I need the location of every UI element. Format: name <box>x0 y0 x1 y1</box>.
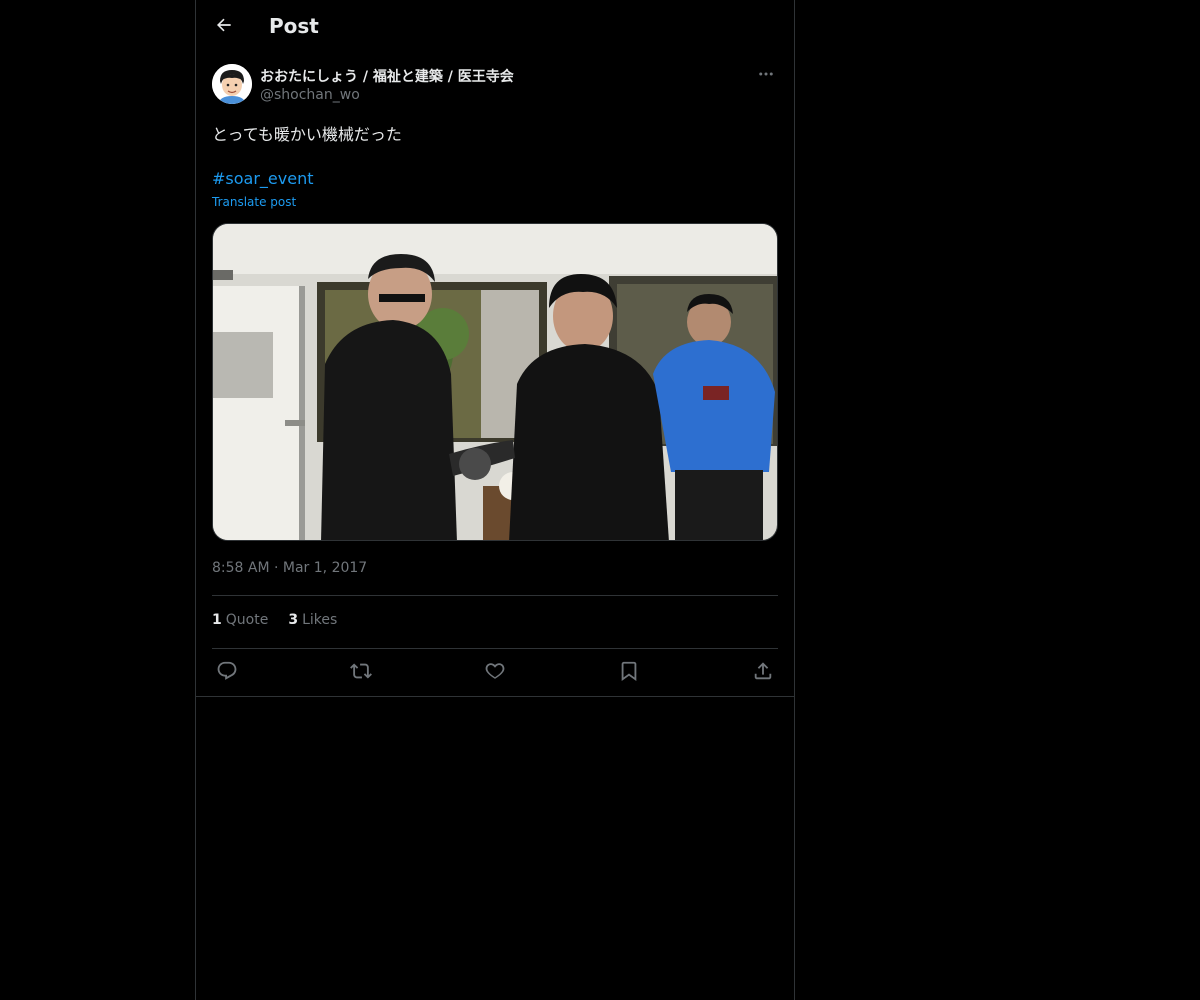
bookmark-button[interactable] <box>614 660 644 686</box>
quotes-stat[interactable]: 1 Quote <box>212 612 268 628</box>
more-icon <box>757 65 775 87</box>
likes-stat[interactable]: 3 Likes <box>288 612 337 628</box>
post-actions <box>212 660 778 686</box>
share-icon <box>752 660 774 686</box>
more-options-button[interactable] <box>754 64 778 88</box>
post-timestamp[interactable]: 8:58 AM · Mar 1, 2017 <box>212 560 367 576</box>
post-author: おおたにしょう / 福祉と建築 / 医王寺会 @shochan_wo <box>212 64 778 108</box>
translate-post-link[interactable]: Translate post <box>212 195 296 209</box>
author-handle[interactable]: @shochan_wo <box>260 87 360 103</box>
avatar[interactable] <box>212 64 252 104</box>
back-arrow-icon <box>214 15 234 39</box>
primary-column: Post おおたにしょう / 福祉と建築 / 医王寺会 @shochan_wo … <box>195 0 795 1000</box>
divider <box>196 696 794 697</box>
page-title: Post <box>269 14 319 38</box>
like-icon <box>484 660 506 686</box>
hashtag-link[interactable]: #soar_event <box>212 169 313 188</box>
author-display-name[interactable]: おおたにしょう / 福祉と建築 / 医王寺会 <box>260 66 514 86</box>
post-photo[interactable] <box>212 223 778 541</box>
bookmark-icon <box>618 660 640 686</box>
back-button[interactable] <box>208 11 240 43</box>
reply-icon <box>216 660 238 686</box>
divider <box>212 648 778 649</box>
like-button[interactable] <box>480 660 510 686</box>
share-button[interactable] <box>748 660 778 686</box>
divider <box>212 595 778 596</box>
retweet-icon <box>350 660 372 686</box>
post-stats: 1 Quote 3 Likes <box>212 612 337 628</box>
retweet-button[interactable] <box>346 660 376 686</box>
post-text: とっても暖かい機械だった <box>212 125 402 144</box>
reply-button[interactable] <box>212 660 242 686</box>
post-header: Post <box>196 0 794 53</box>
